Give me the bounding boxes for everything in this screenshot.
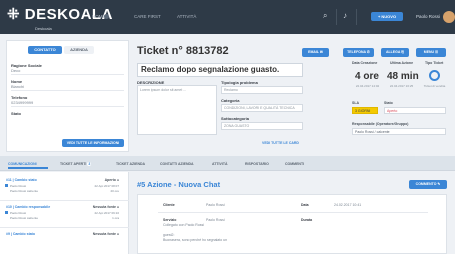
creation-date: 22.04.2017 14:02 (355, 84, 380, 88)
detail-value: Paolo Rossi (206, 203, 225, 207)
field-label: Stato (11, 111, 21, 116)
stat-label: Data Creazione (352, 61, 378, 65)
list-item-detail: Paolo Rossi calcente (10, 189, 39, 193)
list-item-date: 22.Apr.2017 09:10 (94, 211, 119, 215)
chat-detail-panel: Cliente Paolo Rossi Data 24.02.2017 10:4… (137, 194, 447, 254)
tab-commenti[interactable]: COMMENTI (285, 162, 304, 166)
logo-icon: ⁜ (7, 6, 21, 23)
list-item-status: Aperto ● (104, 178, 119, 182)
new-button[interactable]: + NUOVO (371, 12, 403, 21)
top-navigation-bar: ⁜ DESKOALA Deskoala HOME ▾ CARE FIRST AT… (0, 0, 455, 34)
list-item-title: #9 | Cambio stato (6, 232, 35, 236)
stat-label: Tipo Ticket (425, 61, 444, 65)
tab-contatti-azienda[interactable]: CONTATTI AZIENDA (160, 162, 194, 166)
divider (158, 212, 428, 213)
ticket-type: Ticket di vendita (423, 84, 446, 88)
list-item-title: #10 | Cambio responsabile (6, 205, 51, 209)
responsabile-label: Responsabile (Operatore/Gruppo) (352, 122, 409, 126)
view-all-cards-link[interactable]: VEDI TUTTE LE CARD (262, 141, 299, 145)
divider (356, 9, 357, 25)
categoria-select[interactable]: CONDIZIONI, LAVORI E QUALITÀ TECNICA (221, 104, 303, 112)
avatar[interactable] (443, 11, 455, 23)
detail-value: 24.02.2017 10:41 (334, 203, 362, 207)
stato-label: Stato (384, 101, 393, 105)
user-icon (5, 211, 8, 214)
list-item-user: Paolo Rossi (10, 184, 27, 188)
detail-subtext: Collegato con Paolo Rossi (163, 223, 205, 227)
divider (11, 74, 124, 75)
list-item-elapsed: 1 ora (112, 216, 119, 220)
page-title: Ticket n° 8813782 (137, 45, 229, 57)
list-item-detail: Paolo Rossi calcente (10, 216, 39, 220)
subject-field[interactable]: Reclamo dopo segnalazione guasto. (137, 63, 303, 77)
tab-attivita[interactable]: ATTIVITÀ (212, 162, 228, 166)
nav-attivita[interactable]: ATTIVITÀ (177, 14, 196, 19)
divider (11, 106, 124, 107)
responsabile-select[interactable]: Paolo Rossi / calcente (352, 128, 446, 135)
list-item-date: 22.Apr.2017 08:07 (94, 184, 119, 188)
stat-label: Ultima Azione (390, 61, 414, 65)
list-item[interactable]: #9 | Cambio stato Nessuta fonte ● (0, 228, 129, 254)
comment-button[interactable]: COMMENTO ✎ (409, 180, 447, 189)
active-tab-indicator (8, 167, 48, 169)
menu-button[interactable]: MENU ☰ (416, 48, 446, 57)
ticket-count-badge: 3 (87, 162, 92, 166)
tab-rispostario[interactable]: RISPOSTARIO (245, 162, 269, 166)
action-title: #5 Azione - Nuova Chat (137, 180, 221, 189)
tab-ticket-aperti[interactable]: TICKET APERTI 3 (60, 162, 92, 166)
field-value: Bianchi (11, 84, 25, 89)
search-icon[interactable]: ⌕ (323, 11, 327, 20)
categoria-label: Categoria (221, 98, 240, 103)
nav-care-first[interactable]: CARE FIRST (134, 14, 161, 19)
tipologia-select[interactable]: Reclamo (221, 86, 303, 94)
view-all-info-button[interactable]: VEDI TUTTE LE INFORMAZIONI (62, 139, 124, 147)
tipologia-label: Tipologia problema (221, 80, 258, 85)
stato-select[interactable]: Aperto (384, 107, 446, 114)
divider (336, 9, 337, 25)
user-name[interactable]: Paolo Rossi (416, 14, 440, 19)
sla-label: SLA (352, 101, 359, 105)
list-item[interactable]: #11 | Cambio stato Aperto ● Paolo Rossi … (0, 174, 129, 201)
tab-contatto[interactable]: CONTATTO (28, 46, 62, 54)
list-item-title: #11 | Cambio stato (6, 178, 37, 182)
attach-button[interactable]: ALLEGA ⎘ (381, 48, 409, 57)
divider (11, 90, 124, 91)
email-button[interactable]: EMAIL ✉ (302, 48, 329, 57)
chat-line: Buonasera, sono perché ho segnalato un (163, 238, 228, 242)
list-item-elapsed: 20 ore (110, 189, 119, 193)
detail-key: Data (301, 203, 309, 207)
last-action-date: 22.04.2017 16:25 (389, 84, 414, 88)
detail-key: Cliente (163, 203, 175, 207)
detail-key: Durata (301, 218, 313, 222)
user-icon (5, 184, 8, 187)
sla-badge: 3 GIORNI (352, 107, 378, 114)
list-item-status: Nessuta fonte ● (92, 232, 119, 236)
tab-comunicazioni[interactable]: COMUNICAZIONI (8, 162, 37, 166)
sottocategoria-select[interactable]: ZONA GUASTO (221, 122, 303, 130)
detail-key: Servizio (163, 218, 177, 222)
tab-azienda[interactable]: AZIENDA (64, 46, 94, 54)
description-textarea[interactable]: Lorem ipsum dolor sit amet ... (137, 85, 217, 135)
field-value: 0234999999 (11, 100, 34, 105)
list-item-user: Paolo Rossi (10, 211, 27, 215)
sottocategoria-label: Sottocategoria (221, 116, 250, 121)
call-button[interactable]: TELEFONA ✆ (343, 48, 374, 57)
detail-value: Paolo Rossi (206, 218, 225, 222)
chat-line: guest2: (163, 233, 175, 237)
elapsed-since-last-action: 48 min (387, 71, 419, 82)
elapsed-since-creation: 4 ore (355, 71, 379, 82)
ticket-type-icon (429, 70, 440, 81)
tab-ticket-azienda[interactable]: TICKET AZIENDA (116, 162, 145, 166)
logo-subtitle: Deskoala (35, 26, 52, 31)
communications-list: #11 | Cambio stato Aperto ● Paolo Rossi … (0, 172, 129, 254)
bell-icon[interactable]: ♪ (343, 11, 347, 20)
list-item[interactable]: #10 | Cambio responsabile Nessuta fonte … (0, 201, 129, 228)
contact-panel: CONTATTO AZIENDA Ragione Sociale Deco No… (6, 40, 129, 152)
field-value: Deco (11, 68, 21, 73)
nav-home-indicator-icon (104, 14, 109, 19)
list-item-status: Nessuta fonte ● (92, 205, 119, 209)
